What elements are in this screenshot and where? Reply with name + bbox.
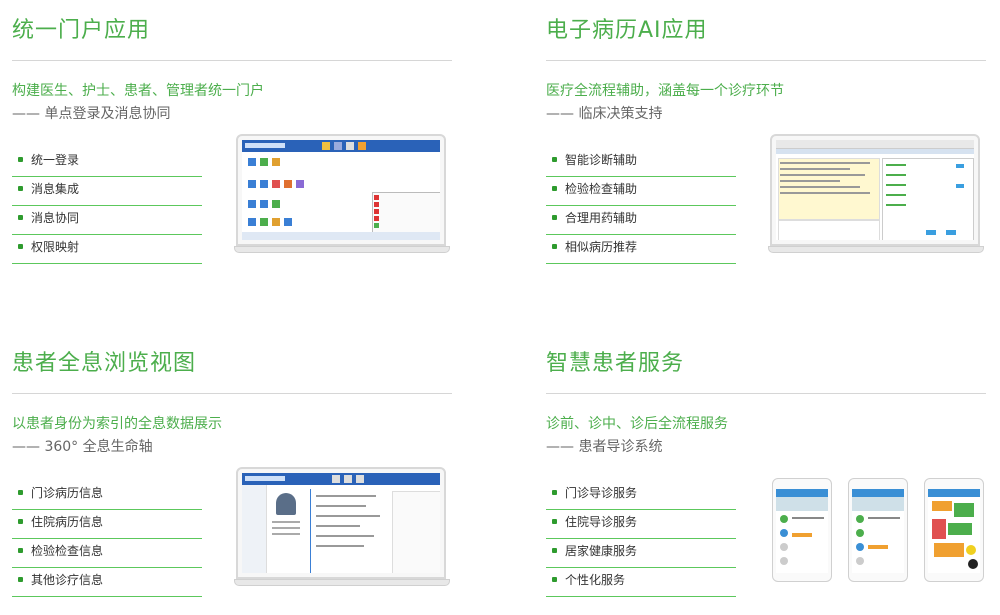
list-item: 门诊病历信息 [12, 481, 202, 510]
bullet-icon [18, 548, 23, 553]
laptop-base [234, 246, 450, 253]
phone-mockup [924, 478, 984, 582]
laptop-screen [236, 467, 446, 579]
bullet-icon [552, 548, 557, 553]
feature-list: 门诊病历信息 住院病历信息 检验检查信息 其他诊疗信息 [12, 481, 202, 597]
feature-list: 门诊导诊服务 住院导诊服务 居家健康服务 个性化服务 [546, 481, 736, 597]
bullet-icon [18, 244, 23, 249]
bullet-icon [18, 186, 23, 191]
section-tagline: —— 360° 全息生命轴 [12, 439, 153, 455]
bullet-icon [552, 215, 557, 220]
divider [12, 60, 452, 61]
patient-view-screenshot [242, 473, 440, 573]
divider [546, 60, 986, 61]
bullet-icon [552, 490, 557, 495]
list-item: 消息集成 [12, 177, 202, 206]
list-item: 居家健康服务 [546, 539, 736, 568]
list-item: 权限映射 [12, 235, 202, 264]
feature-list: 统一登录 消息集成 消息协同 权限映射 [12, 148, 202, 264]
divider [546, 393, 986, 394]
list-item: 住院导诊服务 [546, 510, 736, 539]
section-tagline: —— 患者导诊系统 [546, 439, 663, 455]
section-title: 统一门户应用 [12, 18, 151, 43]
section-subtitle: 以患者身份为索引的全息数据展示 [12, 416, 222, 432]
laptop-base [234, 579, 450, 586]
bullet-icon [18, 490, 23, 495]
bullet-icon [552, 519, 557, 524]
list-item: 相似病历推荐 [546, 235, 736, 264]
laptop-screen [236, 134, 446, 246]
divider [12, 393, 452, 394]
list-item: 检验检查辅助 [546, 177, 736, 206]
section-tagline: —— 临床决策支持 [546, 106, 663, 122]
list-item: 门诊导诊服务 [546, 481, 736, 510]
section-subtitle: 医疗全流程辅助，涵盖每一个诊疗环节 [546, 83, 784, 99]
section-title: 患者全息浏览视图 [12, 351, 197, 376]
panel-portal: 统一门户应用 构建医生、护士、患者、管理者统一门户 —— 单点登录及消息协同 统… [12, 12, 467, 282]
emr-screenshot [776, 140, 974, 240]
phone-screen [852, 489, 904, 573]
bullet-icon [18, 215, 23, 220]
section-title: 电子病历AI应用 [546, 18, 708, 43]
bullet-icon [18, 519, 23, 524]
panel-patient-view: 患者全息浏览视图 以患者身份为索引的全息数据展示 —— 360° 全息生命轴 门… [12, 345, 467, 615]
list-item: 合理用药辅助 [546, 206, 736, 235]
section-subtitle: 诊前、诊中、诊后全流程服务 [546, 416, 728, 432]
bullet-icon [18, 157, 23, 162]
panel-emr-ai: 电子病历AI应用 医疗全流程辅助，涵盖每一个诊疗环节 —— 临床决策支持 智能诊… [546, 12, 1000, 282]
bullet-icon [552, 186, 557, 191]
laptop-screen [770, 134, 980, 246]
feature-list: 智能诊断辅助 检验检查辅助 合理用药辅助 相似病历推荐 [546, 148, 736, 264]
list-item: 住院病历信息 [12, 510, 202, 539]
list-item: 其他诊疗信息 [12, 568, 202, 597]
phone-mockup [848, 478, 908, 582]
phone-mockup [772, 478, 832, 582]
section-subtitle: 构建医生、护士、患者、管理者统一门户 [12, 83, 264, 99]
section-tagline: —— 单点登录及消息协同 [12, 106, 171, 122]
bullet-icon [552, 157, 557, 162]
phone-screen [776, 489, 828, 573]
laptop-base [768, 246, 984, 253]
list-item: 消息协同 [12, 206, 202, 235]
list-item: 智能诊断辅助 [546, 148, 736, 177]
phone-screen [928, 489, 980, 573]
list-item: 个性化服务 [546, 568, 736, 597]
list-item: 统一登录 [12, 148, 202, 177]
section-title: 智慧患者服务 [546, 351, 685, 376]
bullet-icon [552, 244, 557, 249]
bullet-icon [552, 577, 557, 582]
bullet-icon [18, 577, 23, 582]
portal-screenshot [242, 140, 440, 240]
panel-patient-service: 智慧患者服务 诊前、诊中、诊后全流程服务 —— 患者导诊系统 门诊导诊服务 住院… [546, 345, 1000, 615]
list-item: 检验检查信息 [12, 539, 202, 568]
